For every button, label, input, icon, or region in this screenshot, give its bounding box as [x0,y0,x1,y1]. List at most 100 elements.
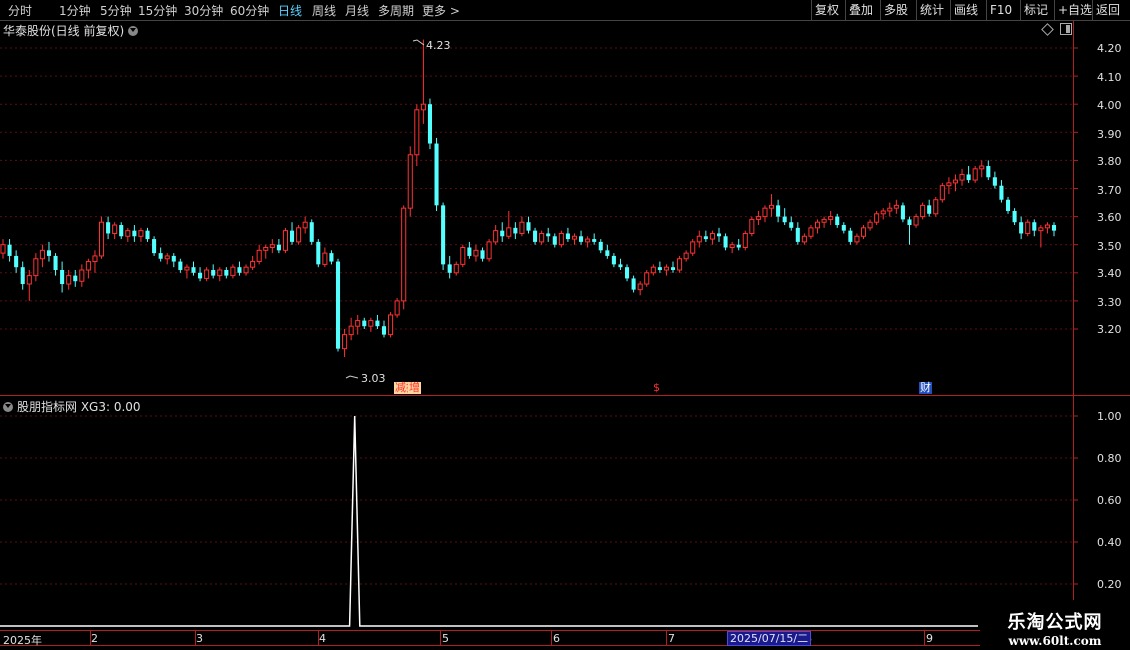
candle [132,225,137,242]
adjust-button[interactable]: 复权 [811,0,842,20]
period-tab-timeshare[interactable]: 分时 [8,2,32,19]
candle [296,225,302,245]
chevron-down-icon[interactable] [3,402,13,412]
candle-body [939,185,945,201]
candle [198,267,203,282]
candle [394,298,400,318]
period-tab-15min[interactable]: 15分钟 [138,2,177,19]
candle-body [394,300,400,316]
period-tab-30min[interactable]: 30分钟 [184,2,223,19]
candle [565,227,570,242]
period-tab-monthly[interactable]: 月线 [345,2,369,19]
period-tab-60min[interactable]: 60分钟 [230,2,269,19]
candle-body [407,154,413,209]
candle-body [92,255,98,263]
candle [972,166,978,183]
x-axis-label: 7 [668,632,675,645]
draw-line-button[interactable]: 画线 [950,0,981,20]
candle-body [138,230,144,237]
candle [106,216,111,240]
period-tab-more[interactable]: 更多 > [422,2,460,19]
event-marker-finance[interactable]: 财 [919,382,932,394]
period-tab-daily[interactable]: 日线 [278,2,302,19]
candle [880,208,886,220]
x-axis-label: 9 [926,632,933,645]
candle [729,241,735,254]
candle-body [519,221,525,234]
back-button[interactable]: 返回 [1092,0,1123,20]
candle-body [467,247,472,256]
candle-body [7,244,12,256]
candle-body [539,232,545,243]
x-axis-label: 6 [553,632,560,645]
candle [1012,208,1017,226]
candle-body [53,255,58,270]
candle-body [198,272,203,279]
candle-body [132,230,137,237]
candle [26,269,32,301]
candle [329,250,334,265]
candle-body [33,258,39,277]
candle [585,236,591,248]
candle-body [650,266,656,274]
candle [289,222,295,245]
panel-toggle-icon[interactable] [1060,23,1072,35]
candle-body [867,221,873,229]
indicator-y-label: 0.60 [1097,494,1122,507]
candle [224,267,229,279]
candle [841,222,846,234]
candle-body [348,325,354,336]
indicator-title[interactable]: 股朋指标网 XG3: 0.00 [3,398,141,415]
candle [178,258,183,273]
event-marker-increase[interactable]: 增 [408,382,421,394]
candle [33,253,39,282]
period-tab-weekly[interactable]: 周线 [312,2,336,19]
stock-title-text: 华泰股份(日线 前复权) [3,24,125,38]
candle [269,239,275,254]
period-tab-5min[interactable]: 5分钟 [100,2,132,19]
candle-body [677,258,683,271]
candle-body [900,205,905,220]
candle-body [513,227,518,234]
chevron-down-icon[interactable] [128,26,139,36]
watermark-url: www.60lt.com [1008,634,1102,648]
event-marker-dividend[interactable]: $ [653,382,660,394]
candle [887,202,893,217]
candle-body [979,165,985,170]
candle [46,241,52,262]
overlay-button[interactable]: 叠加 [845,0,876,20]
diamond-icon[interactable] [1041,23,1054,36]
y-axis-label: 4.10 [1097,71,1122,84]
candle [237,261,242,276]
candle-body [848,230,853,242]
candle [7,239,12,262]
candle-body [986,166,991,178]
period-tab-1min[interactable]: 1分钟 [59,2,91,19]
period-toolbar: 分时 1分钟 5分钟 15分钟 30分钟 60分钟 日线 周线 月线 多周期 更… [0,0,1130,21]
candle-body [217,269,223,277]
main-chart-title[interactable]: 华泰股份(日线 前复权) [3,22,139,39]
candle [256,244,262,265]
statistics-button[interactable]: 统计 [916,0,947,20]
candle-body [663,266,669,271]
add-watchlist-button[interactable]: +自选 [1054,0,1095,20]
candle-body [631,278,636,290]
f10-button[interactable]: F10 [986,0,1015,20]
multi-stock-button[interactable]: 多股 [880,0,911,20]
mark-button[interactable]: 标记 [1020,0,1051,20]
candle-body [742,232,748,249]
candle-body [46,250,52,256]
y-axis-label: 3.30 [1097,296,1122,309]
candle-body [224,269,229,276]
candle [519,216,525,237]
candle-body [447,264,452,273]
candle-body [611,255,616,265]
candle-body [158,253,163,259]
period-tab-multi[interactable]: 多周期 [378,2,414,19]
kline-chart-area[interactable] [0,0,1130,650]
candle-body [782,216,787,223]
candle [60,261,65,293]
candle-body [723,236,728,248]
candle [637,281,643,296]
candle [986,160,991,181]
